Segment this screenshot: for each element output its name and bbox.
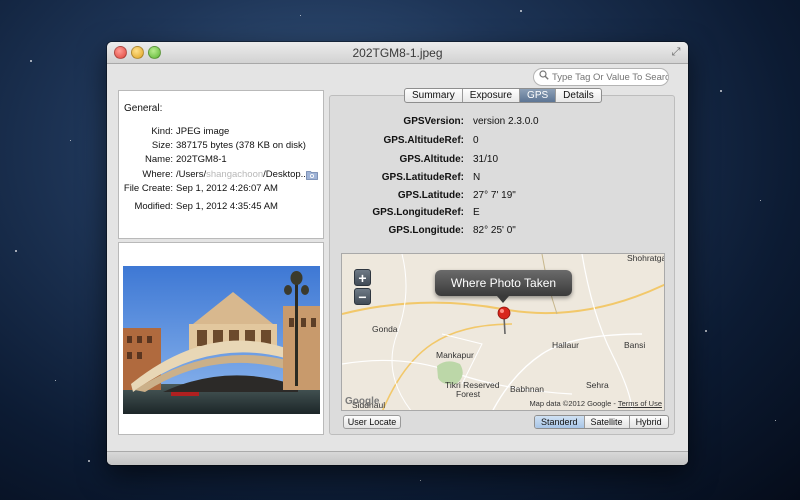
user-locate-button[interactable]: User Locate: [343, 415, 401, 429]
map-type-selector: Standerd Satellite Hybrid: [534, 415, 669, 429]
gps-row-latitude-ref: GPS.LatitudeRef: N: [107, 172, 688, 186]
gps-label: GPS.Latitude:: [397, 190, 464, 201]
map-place-label: Mankapur: [436, 350, 474, 360]
map-pin-icon[interactable]: [497, 306, 511, 334]
map-place-label: Sehra: [586, 380, 609, 390]
gps-label: GPS.Altitude:: [399, 154, 464, 165]
tab-exposure[interactable]: Exposure: [463, 89, 521, 102]
map-place-label: Gonda: [372, 324, 398, 334]
map-place-label: Babhnan: [510, 384, 545, 394]
gps-value: 82° 25' 0": [473, 225, 516, 236]
map-type-hybrid[interactable]: Hybrid: [630, 416, 668, 428]
status-bar: [107, 451, 688, 465]
gps-label: GPS.Longitude:: [388, 225, 464, 236]
gps-value: 0: [473, 135, 479, 146]
search-input[interactable]: [533, 68, 669, 86]
gps-label: GPS.LongitudeRef:: [372, 207, 464, 218]
gps-value: version 2.3.0.0: [473, 116, 539, 127]
gps-row-altitude-ref: GPS.AltitudeRef: 0: [107, 135, 688, 149]
map-type-satellite[interactable]: Satellite: [585, 416, 630, 428]
gps-value: E: [473, 207, 480, 218]
gps-label: GPS.AltitudeRef:: [383, 135, 464, 146]
search-icon: [539, 70, 549, 80]
gps-row-latitude: GPS.Latitude: 27° 7' 19": [107, 190, 688, 204]
gps-value: N: [473, 172, 481, 183]
terms-of-use-link[interactable]: Terms of Use: [618, 399, 662, 408]
gps-row-longitude: GPS.Longitude: 82° 25' 0": [107, 225, 688, 239]
map-type-standard[interactable]: Standerd: [535, 416, 585, 428]
gps-row-longitude-ref: GPS.LongitudeRef: E: [107, 207, 688, 221]
title-bar: 202TGM8-1.jpeg ⤢: [107, 42, 688, 64]
gps-value: 31/10: [473, 154, 499, 165]
app-window: 202TGM8-1.jpeg ⤢ General: Kind: JPEG ima…: [107, 42, 688, 465]
info-header: General:: [124, 103, 163, 114]
toolbar: [107, 64, 688, 90]
map-place-label: Forest: [456, 389, 481, 399]
fullscreen-icon[interactable]: ⤢: [670, 46, 682, 58]
map-place-label: Bansi: [624, 340, 646, 350]
tab-bar: Summary Exposure GPS Details: [404, 88, 602, 103]
tab-summary[interactable]: Summary: [405, 89, 463, 102]
map-callout: Where Photo Taken: [435, 270, 572, 296]
photo-preview-panel: [118, 242, 324, 435]
gps-row-version: GPSVersion: version 2.3.0.0: [107, 116, 688, 130]
tab-details[interactable]: Details: [556, 89, 601, 102]
gps-row-altitude: GPS.Altitude: 31/10: [107, 154, 688, 168]
tab-gps[interactable]: GPS: [520, 89, 557, 102]
google-logo: Google: [345, 396, 380, 407]
zoom-in-button[interactable]: +: [354, 269, 371, 286]
zoom-out-button[interactable]: −: [354, 288, 371, 305]
photo-thumbnail: [123, 266, 320, 414]
map-place-label: Shohratgar: [627, 253, 665, 263]
map-place-label: Hallaur: [552, 340, 579, 350]
map-copyright-text: Map data ©2012 Google: [529, 399, 612, 408]
gps-label: GPS.LatitudeRef:: [381, 172, 464, 183]
callout-arrow-icon: [497, 296, 509, 303]
map-view[interactable]: + − Shohratgar Gonda Hallaur Bansi Manka…: [341, 253, 665, 411]
gps-value: 27° 7' 19": [473, 190, 516, 201]
map-copyright: Map data ©2012 Google - Terms of Use: [529, 399, 662, 408]
window-title: 202TGM8-1.jpeg: [352, 46, 443, 60]
gps-label: GPSVersion:: [403, 116, 464, 127]
